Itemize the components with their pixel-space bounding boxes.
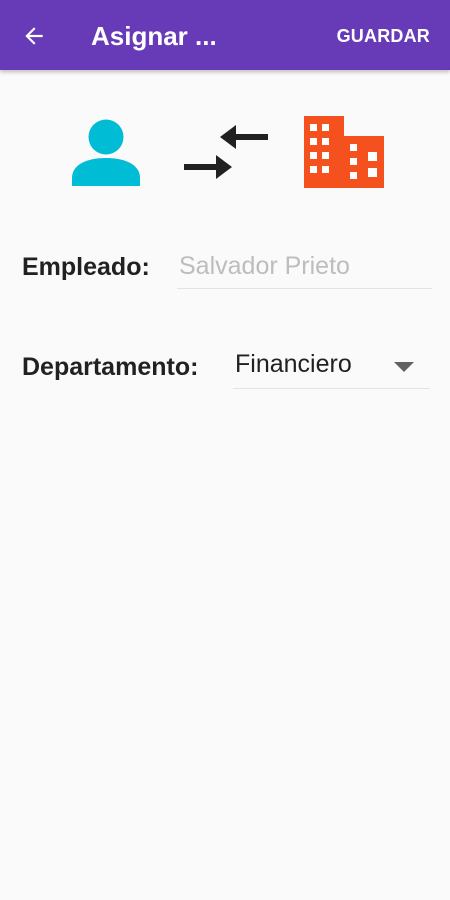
department-row: Departamento: Financiero	[22, 344, 430, 390]
swap-arrows-icon	[184, 125, 268, 179]
employee-label: Empleado:	[22, 253, 150, 281]
app-bar: Asignar ... GUARDAR	[0, 0, 450, 70]
page-title: Asignar ...	[91, 21, 217, 51]
department-selected-value: Financiero	[235, 350, 352, 378]
arrow-back-icon	[25, 27, 43, 45]
person-icon	[72, 119, 140, 186]
department-dropdown[interactable]: Financiero	[233, 344, 430, 389]
employee-row: Empleado:	[22, 244, 432, 290]
building-icon	[304, 116, 384, 188]
dropdown-arrow-icon	[394, 362, 414, 372]
back-button[interactable]	[12, 14, 56, 58]
assignment-icons	[0, 110, 450, 194]
save-button[interactable]: GUARDAR	[337, 24, 430, 48]
employee-field[interactable]	[177, 244, 432, 289]
department-label: Departamento:	[22, 353, 199, 381]
